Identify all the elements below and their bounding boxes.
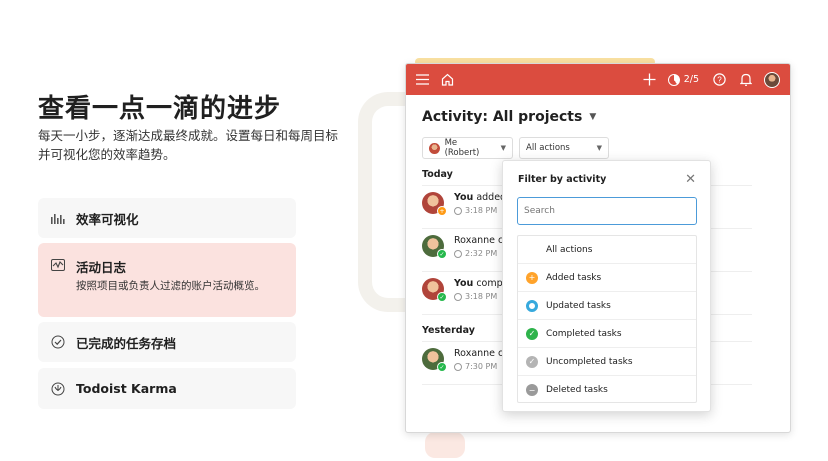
avatar: ✓ bbox=[422, 278, 447, 302]
check-badge-icon: ✓ bbox=[437, 292, 447, 302]
karma-pie-icon bbox=[667, 73, 680, 86]
minus-circle-icon: − bbox=[526, 384, 538, 396]
filter-bar: Me (Robert) ▼ All actions ▼ bbox=[422, 137, 774, 159]
page-title[interactable]: Activity: All projects ▼ bbox=[422, 109, 774, 125]
activity-time: 3:18 PM bbox=[454, 206, 506, 215]
avatar bbox=[429, 142, 440, 154]
activity-time: 3:18 PM bbox=[454, 292, 503, 301]
karma-count: 2/5 bbox=[683, 74, 699, 85]
bar-chart-icon bbox=[50, 210, 66, 226]
check-circle-icon: ✓ bbox=[526, 327, 538, 340]
search-input[interactable] bbox=[517, 197, 697, 225]
chevron-down-icon: ▼ bbox=[500, 144, 506, 152]
activity-time: 7:30 PM bbox=[454, 362, 503, 371]
feature-description: 按照项目或负责人过滤的账户活动概览。 bbox=[76, 280, 265, 292]
check-badge-icon: ✓ bbox=[437, 249, 447, 259]
avatar: ✓ bbox=[422, 235, 447, 259]
karma-progress[interactable]: 2/5 bbox=[667, 73, 699, 86]
activity-text: You added bbox=[454, 192, 507, 203]
dropdown-title: Filter by activity bbox=[518, 174, 607, 185]
activity-text: Roxanne c bbox=[454, 348, 504, 359]
plus-circle-icon: + bbox=[526, 271, 538, 284]
uncheck-circle-icon: ✓ bbox=[526, 355, 538, 368]
user-avatar[interactable] bbox=[764, 71, 780, 88]
plus-badge-icon: + bbox=[437, 206, 447, 216]
top-bar: 2/5 ? bbox=[406, 64, 790, 95]
activity-icon bbox=[50, 257, 66, 273]
option-updated-tasks[interactable]: Updated tasks bbox=[518, 292, 696, 320]
clock-icon bbox=[454, 249, 462, 258]
option-uncompleted-tasks[interactable]: ✓ Uncompleted tasks bbox=[518, 348, 696, 376]
check-circle-icon bbox=[50, 334, 66, 350]
hero-subtitle: 每天一小步，逐渐达成最终成就。设置每日和每周目标并可视化您的效率趋势。 bbox=[38, 128, 339, 162]
check-badge-icon: ✓ bbox=[437, 362, 447, 372]
action-filter-label: All actions bbox=[526, 143, 570, 153]
add-icon[interactable] bbox=[643, 73, 656, 86]
karma-icon bbox=[50, 381, 66, 397]
decorative-blob bbox=[425, 432, 465, 458]
clock-icon bbox=[454, 362, 462, 371]
activity-options-list: All actions + Added tasks Updated tasks ✓… bbox=[517, 235, 697, 403]
feature-title: 活动日志 bbox=[76, 260, 127, 275]
updated-circle-icon bbox=[526, 299, 538, 312]
feature-activity-log[interactable]: 活动日志 按照项目或负责人过滤的账户活动概览。 bbox=[38, 243, 296, 317]
activity-time: 2:32 PM bbox=[454, 249, 503, 258]
chevron-down-icon: ▼ bbox=[589, 112, 597, 122]
option-all-actions[interactable]: All actions bbox=[518, 236, 696, 264]
activity-text: Roxanne c bbox=[454, 235, 504, 246]
chevron-down-icon: ▼ bbox=[596, 144, 602, 152]
clock-icon bbox=[454, 292, 462, 301]
hero-title: 查看一点一滴的进步 bbox=[38, 94, 282, 124]
option-deleted-tasks[interactable]: − Deleted tasks bbox=[518, 376, 696, 402]
avatar: ✓ bbox=[422, 348, 447, 372]
option-added-tasks[interactable]: + Added tasks bbox=[518, 264, 696, 292]
feature-title: 已完成的任务存档 bbox=[76, 335, 177, 351]
feature-completed-archive[interactable]: 已完成的任务存档 bbox=[38, 322, 296, 362]
help-icon[interactable]: ? bbox=[713, 73, 726, 86]
menu-icon[interactable] bbox=[416, 74, 429, 85]
feature-title: 效率可视化 bbox=[76, 211, 139, 227]
close-icon[interactable]: ✕ bbox=[685, 172, 696, 187]
feature-title: Todoist Karma bbox=[76, 381, 177, 396]
bell-icon[interactable] bbox=[740, 73, 752, 86]
action-filter-select[interactable]: All actions ▼ bbox=[519, 137, 609, 159]
person-filter-label: Me (Robert) bbox=[444, 138, 480, 158]
feature-productivity-visualization[interactable]: 效率可视化 bbox=[38, 198, 296, 238]
filter-by-activity-dropdown: Filter by activity ✕ All actions +Added … bbox=[502, 160, 711, 412]
feature-karma[interactable]: Todoist Karma bbox=[38, 368, 296, 409]
avatar: + bbox=[422, 192, 447, 216]
clock-icon bbox=[454, 206, 462, 215]
page-title-text: Activity: All projects bbox=[422, 109, 583, 125]
home-icon[interactable] bbox=[441, 73, 454, 86]
person-filter-select[interactable]: Me (Robert) ▼ bbox=[422, 137, 513, 159]
svg-text:?: ? bbox=[717, 75, 722, 84]
option-completed-tasks[interactable]: ✓ Completed tasks bbox=[518, 320, 696, 348]
activity-text: You comp bbox=[454, 278, 503, 289]
